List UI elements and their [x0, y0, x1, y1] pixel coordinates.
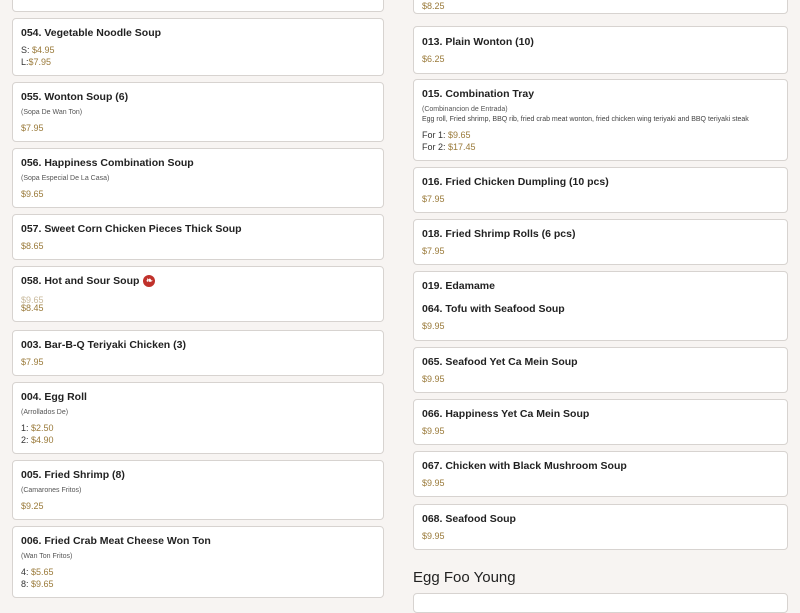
menu-item-title: 004. Egg Roll	[21, 391, 87, 403]
menu-item-subtitle: (Sopa Especial De La Casa)	[21, 175, 110, 182]
menu-item-title: 066. Happiness Yet Ca Mein Soup	[422, 408, 590, 420]
menu-item-card[interactable]: 004. Egg Roll (Arrollados De) 1: $2.50 2…	[12, 382, 384, 454]
menu-item-subtitle: (Sopa De Wan Ton)	[21, 109, 83, 116]
menu-item-card[interactable]: 018. Fried Shrimp Rolls (6 pcs) $7.95	[413, 219, 788, 265]
menu-item-price: $7.95	[21, 123, 44, 133]
menu-item-price: $9.95	[422, 426, 445, 436]
menu-item-subtitle: (Wan Ton Fritos)	[21, 553, 73, 560]
menu-item-title: 054. Vegetable Noodle Soup	[21, 27, 162, 39]
menu-item-title: 003. Bar-B-Q Teriyaki Chicken (3)	[21, 339, 186, 351]
menu-item-price: For 2: $17.45	[422, 142, 476, 152]
menu-item-card[interactable]: 015. Combination Tray (Combinancion de E…	[413, 79, 788, 161]
pepper-icon: ❧	[143, 275, 156, 288]
menu-item-title: 018. Fried Shrimp Rolls (6 pcs)	[422, 228, 576, 240]
menu-item-title: 006. Fried Crab Meat Cheese Won Ton	[21, 535, 211, 547]
menu-item-title: 056. Happiness Combination Soup	[21, 157, 194, 169]
menu-item-price: $8.45	[21, 303, 44, 313]
menu-item-subtitle: (Arrollados De)	[21, 409, 69, 416]
menu-item-title: 058. Hot and Sour Soup ❧	[21, 275, 156, 288]
menu-item-card[interactable]: 067. Chicken with Black Mushroom Soup $9…	[413, 451, 788, 497]
menu-item-price: For 1: $9.65	[422, 130, 471, 140]
menu-item-price: $7.95	[422, 246, 445, 256]
menu-item-card[interactable]: 058. Hot and Sour Soup ❧ $9.65 $8.45	[12, 266, 384, 322]
menu-item-card[interactable]: 056. Happiness Combination Soup (Sopa Es…	[12, 148, 384, 208]
menu-item-card[interactable]: 065. Seafood Yet Ca Mein Soup $9.95	[413, 347, 788, 393]
menu-item-price: $8.65	[21, 241, 44, 251]
menu-item-price: $6.25	[422, 54, 445, 64]
menu-item-card[interactable]: 016. Fried Chicken Dumpling (10 pcs) $7.…	[413, 167, 788, 213]
menu-item-card[interactable]: $8.25	[413, 0, 788, 14]
menu-item-price: 2: $4.90	[21, 435, 54, 445]
menu-item-card[interactable]: 003. Bar-B-Q Teriyaki Chicken (3) $7.95	[12, 330, 384, 376]
menu-item-title: 068. Seafood Soup	[422, 513, 516, 525]
menu-item-title: 055. Wonton Soup (6)	[21, 91, 129, 103]
menu-item-card[interactable]: 013. Plain Wonton (10) $6.25	[413, 26, 788, 74]
menu-item-card[interactable]: 066. Happiness Yet Ca Mein Soup $9.95	[413, 399, 788, 445]
menu-item-price: $9.95	[422, 374, 445, 384]
menu-item-card[interactable]: 005. Fried Shrimp (8) (Camarones Fritos)…	[12, 460, 384, 520]
menu-item-price: 8: $9.65	[21, 579, 54, 589]
menu-item-price: $7.95	[21, 357, 44, 367]
menu-item-card[interactable]: 054. Vegetable Noodle Soup S: $4.95 L:$7…	[12, 18, 384, 76]
menu-item-title: 015. Combination Tray	[422, 88, 535, 100]
menu-item-card[interactable]: 006. Fried Crab Meat Cheese Won Ton (Wan…	[12, 526, 384, 598]
menu-item-card[interactable]	[413, 593, 788, 613]
menu-item-price: L:$7.95	[21, 57, 52, 67]
menu-item-card[interactable]	[12, 0, 384, 12]
menu-item-description: Egg roll, Fried shrimp, BBQ rib, fried c…	[422, 116, 749, 123]
section-title-egg-foo-young: Egg Foo Young	[413, 569, 516, 586]
menu-item-price: 1: $2.50	[21, 423, 54, 433]
menu-item-price: $9.95	[422, 321, 445, 331]
menu-item-card[interactable]: 057. Sweet Corn Chicken Pieces Thick Sou…	[12, 214, 384, 260]
menu-item-title: 065. Seafood Yet Ca Mein Soup	[422, 356, 578, 368]
menu-item-price: $9.65	[21, 189, 44, 199]
menu-item-title: 067. Chicken with Black Mushroom Soup	[422, 460, 627, 472]
menu-item-price: $9.25	[21, 501, 44, 511]
menu-item-title: 016. Fried Chicken Dumpling (10 pcs)	[422, 176, 609, 188]
menu-item-card[interactable]: 019. Edamame 064. Tofu with Seafood Soup…	[413, 271, 788, 341]
menu-item-subtitle: (Camarones Fritos)	[21, 487, 82, 494]
menu-item-price: $9.95	[422, 478, 445, 488]
menu-item-price: $9.95	[422, 531, 445, 541]
menu-item-price: 4: $5.65	[21, 567, 54, 577]
menu-item-title: 005. Fried Shrimp (8)	[21, 469, 125, 481]
menu-item-title: 057. Sweet Corn Chicken Pieces Thick Sou…	[21, 223, 242, 235]
menu-item-price: $7.95	[422, 194, 445, 204]
menu-item-subtitle: (Combinancion de Entrada)	[422, 106, 508, 113]
menu-item-card[interactable]: 068. Seafood Soup $9.95	[413, 504, 788, 550]
menu-item-price: S: $4.95	[21, 45, 55, 55]
menu-item-title: 019. Edamame	[422, 280, 495, 292]
menu-item-title: 013. Plain Wonton (10)	[422, 36, 534, 48]
menu-item-card[interactable]: 055. Wonton Soup (6) (Sopa De Wan Ton) $…	[12, 82, 384, 142]
menu-item-price: $8.25	[422, 1, 445, 11]
menu-item-title: 064. Tofu with Seafood Soup	[422, 303, 565, 315]
